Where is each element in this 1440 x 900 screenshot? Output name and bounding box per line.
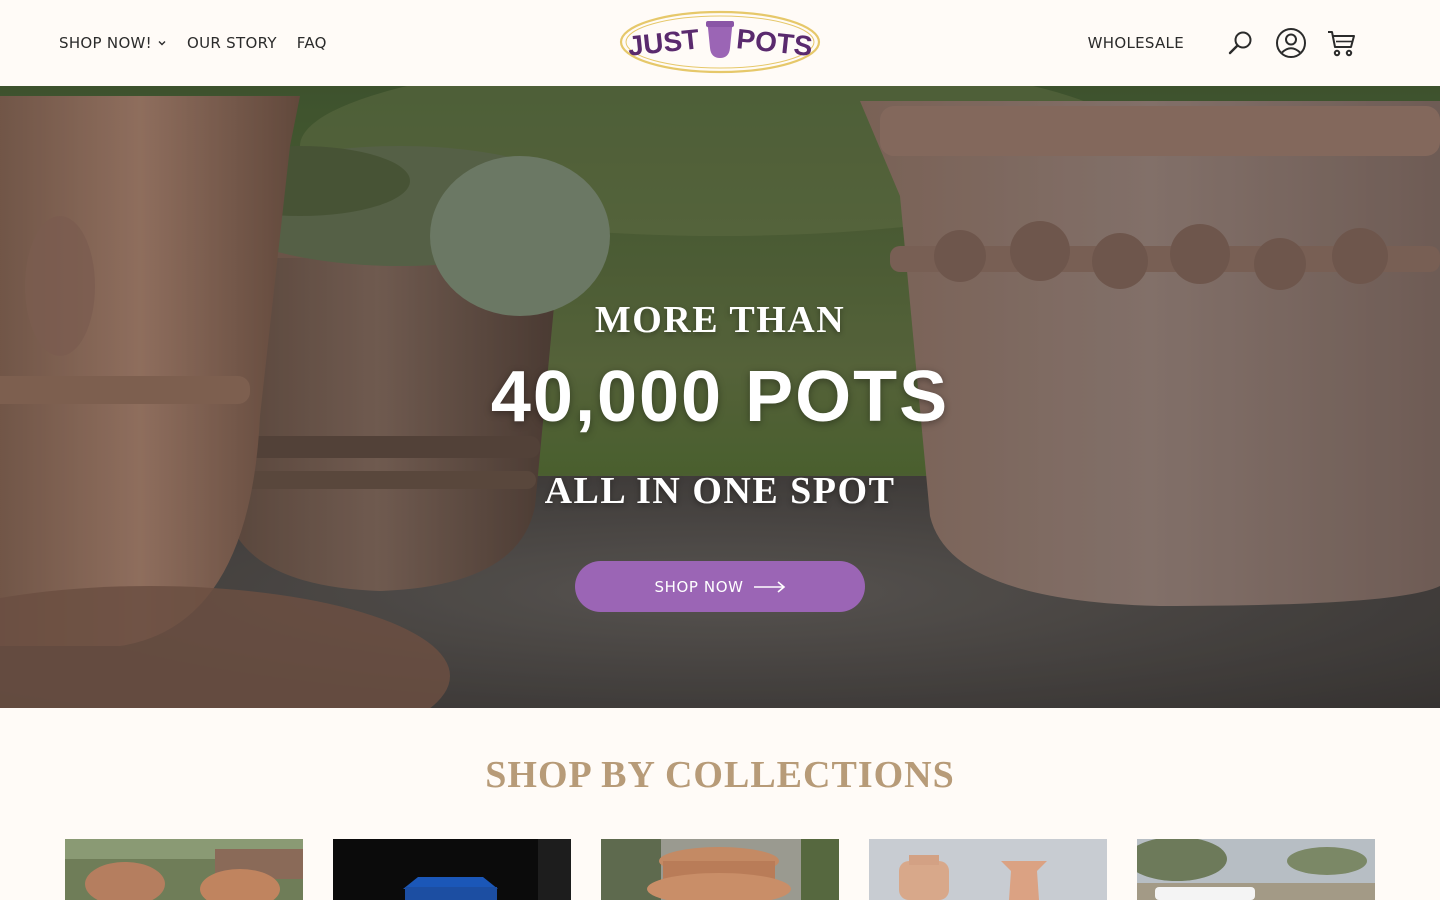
shop-now-button[interactable]: SHOP NOW	[575, 561, 865, 612]
collection-image	[601, 839, 839, 900]
collection-image	[333, 839, 571, 900]
nav-shop-now-label: SHOP NOW!	[59, 34, 152, 52]
arrow-right-icon	[753, 580, 785, 593]
hero-content: MORE THAN 40,000 POTS ALL IN ONE SPOT SH…	[0, 86, 1440, 708]
collection-image	[1137, 839, 1375, 900]
collection-tile[interactable]	[333, 839, 571, 900]
cart-button[interactable]	[1324, 26, 1358, 60]
account-icon	[1276, 28, 1306, 58]
hero-subline: ALL IN ONE SPOT	[544, 470, 896, 512]
nav-our-story[interactable]: OUR STORY	[187, 34, 277, 52]
collection-tile[interactable]	[1137, 839, 1375, 900]
site-header: SHOP NOW! OUR STORY FAQ JUST POTS WHOLES…	[0, 0, 1440, 86]
collection-tile[interactable]	[869, 839, 1107, 900]
search-button[interactable]	[1224, 26, 1258, 60]
shop-now-label: SHOP NOW	[654, 577, 744, 596]
nav-shop-now[interactable]: SHOP NOW!	[59, 34, 167, 52]
chevron-down-icon	[158, 41, 166, 46]
hero-banner: MORE THAN 40,000 POTS ALL IN ONE SPOT SH…	[0, 86, 1440, 708]
nav-faq[interactable]: FAQ	[297, 34, 327, 52]
primary-nav: SHOP NOW! OUR STORY FAQ	[59, 0, 327, 86]
pot-logo-icon	[707, 22, 733, 58]
collection-image	[65, 839, 303, 900]
collection-tile[interactable]	[65, 839, 303, 900]
account-button[interactable]	[1274, 26, 1308, 60]
utility-nav: WHOLESALE	[1088, 0, 1358, 86]
collection-image	[869, 839, 1107, 900]
logo[interactable]: JUST POTS	[618, 8, 822, 76]
nav-wholesale[interactable]: WHOLESALE	[1088, 34, 1184, 52]
hero-eyebrow: MORE THAN	[594, 299, 846, 341]
collection-tile[interactable]	[601, 839, 839, 900]
cart-icon	[1328, 31, 1355, 57]
search-icon	[1228, 31, 1252, 55]
hero-headline: 40,000 POTS	[490, 357, 950, 437]
collections-title: SHOP BY COLLECTIONS	[485, 754, 955, 796]
